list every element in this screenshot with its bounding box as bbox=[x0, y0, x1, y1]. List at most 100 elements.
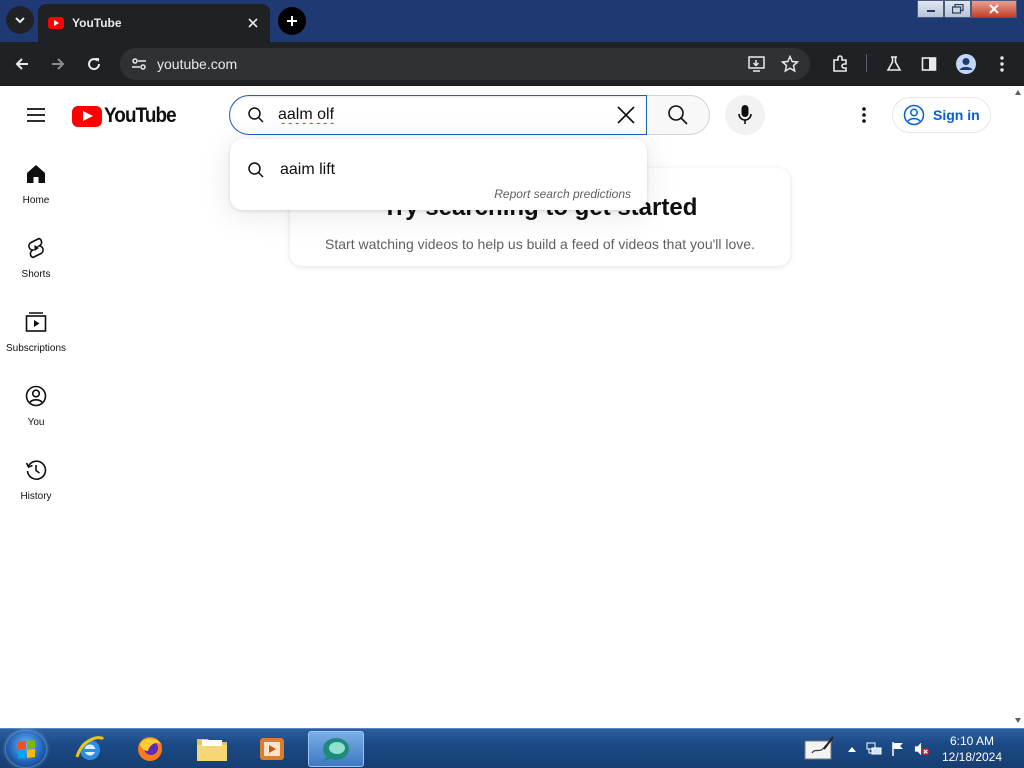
report-predictions-link[interactable]: Report search predictions bbox=[494, 187, 631, 201]
media-player-icon bbox=[260, 738, 284, 760]
browser-tab[interactable]: YouTube bbox=[38, 4, 270, 42]
taskbar-media-player[interactable] bbox=[244, 731, 300, 767]
youtube-play-icon bbox=[72, 105, 102, 127]
page-scrollbar[interactable] bbox=[1012, 86, 1024, 728]
minimize-button[interactable] bbox=[917, 0, 944, 18]
clock-time: 6:10 AM bbox=[949, 734, 995, 748]
sidebar-item-subscriptions[interactable]: Subscriptions bbox=[0, 292, 72, 366]
flask-icon bbox=[886, 56, 902, 71]
profile-avatar-icon bbox=[956, 54, 976, 74]
minimize-icon bbox=[926, 10, 935, 12]
youtube-logo[interactable]: YouTube bbox=[72, 104, 184, 127]
more-vertical-icon bbox=[862, 107, 866, 123]
show-hidden-icons-button[interactable] bbox=[844, 741, 860, 757]
restore-icon bbox=[951, 4, 964, 14]
suggestion-text: aaim lift bbox=[280, 161, 336, 178]
search-button[interactable] bbox=[647, 95, 710, 135]
scroll-down-arrow-icon[interactable] bbox=[1015, 718, 1021, 723]
bookmark-button[interactable] bbox=[779, 53, 801, 75]
sidebar-item-home[interactable]: Home bbox=[0, 144, 72, 218]
youtube-favicon-icon bbox=[48, 17, 64, 29]
microphone-icon bbox=[738, 105, 752, 124]
scroll-up-arrow-icon[interactable] bbox=[1015, 90, 1021, 95]
toolbar-divider bbox=[866, 54, 867, 72]
reload-button[interactable] bbox=[80, 50, 108, 78]
side-panel-icon bbox=[921, 57, 937, 71]
close-window-button[interactable] bbox=[971, 0, 1017, 18]
taskbar-internet-explorer[interactable] bbox=[62, 731, 118, 767]
sidebar-item-label: You bbox=[27, 417, 45, 428]
suggestion-item[interactable]: aaim lift bbox=[230, 155, 647, 185]
clock-date: 12/18/2024 bbox=[941, 750, 1003, 764]
app-bubble-icon bbox=[323, 738, 349, 762]
tablet-input-icon[interactable] bbox=[804, 735, 834, 761]
sidebar-item-shorts[interactable]: Shorts bbox=[0, 218, 72, 292]
history-icon bbox=[24, 458, 48, 482]
extensions-button[interactable] bbox=[826, 50, 854, 78]
close-icon bbox=[989, 4, 999, 14]
address-url: youtube.com bbox=[157, 56, 238, 72]
clear-search-button[interactable] bbox=[610, 99, 642, 131]
voice-search-button[interactable] bbox=[725, 95, 765, 135]
close-icon bbox=[617, 106, 635, 124]
sidebar-item-label: Home bbox=[22, 195, 50, 206]
address-bar[interactable]: youtube.com bbox=[120, 48, 810, 80]
browser-menu-button[interactable] bbox=[988, 50, 1016, 78]
search-box[interactable] bbox=[229, 95, 647, 135]
tab-close-button[interactable] bbox=[244, 14, 262, 32]
folder-icon bbox=[197, 739, 227, 761]
install-app-button[interactable] bbox=[746, 53, 768, 75]
side-panel-button[interactable] bbox=[915, 50, 943, 78]
labs-button[interactable] bbox=[880, 50, 908, 78]
install-icon bbox=[748, 56, 765, 72]
sidebar-item-label: History bbox=[20, 491, 52, 502]
volume-muted-icon[interactable] bbox=[914, 741, 930, 757]
close-icon bbox=[248, 18, 258, 28]
taskbar-firefox[interactable] bbox=[122, 731, 178, 767]
you-icon bbox=[24, 384, 48, 408]
search-icon bbox=[246, 105, 266, 125]
subscriptions-icon bbox=[24, 310, 48, 334]
tab-title: YouTube bbox=[72, 16, 122, 30]
start-button[interactable] bbox=[6, 731, 46, 767]
guide-menu-button[interactable] bbox=[22, 101, 50, 129]
search-icon bbox=[668, 105, 688, 125]
sidebar-item-you[interactable]: You bbox=[0, 366, 72, 440]
taskbar-active-app[interactable] bbox=[308, 731, 364, 767]
firefox-icon bbox=[138, 737, 162, 761]
sign-in-button[interactable]: Sign in bbox=[892, 97, 991, 133]
account-circle-icon bbox=[903, 104, 925, 126]
network-icon[interactable] bbox=[866, 741, 882, 757]
windows-taskbar: 6:10 AM 12/18/2024 bbox=[0, 728, 1024, 768]
new-tab-button[interactable] bbox=[278, 7, 306, 35]
puzzle-icon bbox=[833, 55, 847, 72]
tune-icon bbox=[132, 58, 146, 70]
sidebar-item-history[interactable]: History bbox=[0, 440, 72, 514]
site-info-button[interactable] bbox=[128, 53, 150, 75]
more-vertical-icon bbox=[1000, 56, 1004, 72]
shorts-icon bbox=[24, 236, 48, 260]
search-input[interactable] bbox=[278, 104, 598, 126]
back-button[interactable] bbox=[8, 50, 36, 78]
home-icon bbox=[24, 162, 48, 186]
sidebar-item-label: Shorts bbox=[21, 269, 51, 280]
tab-search-button[interactable] bbox=[6, 6, 34, 34]
chevron-down-icon bbox=[15, 17, 25, 24]
window-controls bbox=[917, 0, 1018, 20]
restore-button[interactable] bbox=[944, 0, 971, 18]
star-icon bbox=[781, 55, 799, 73]
taskbar-clock[interactable]: 6:10 AM 12/18/2024 bbox=[934, 733, 1010, 765]
youtube-header: YouTube Sign in bbox=[0, 86, 1012, 144]
forward-button[interactable] bbox=[44, 50, 72, 78]
taskbar-file-explorer[interactable] bbox=[184, 731, 240, 767]
plus-icon bbox=[287, 16, 297, 26]
profile-button[interactable] bbox=[952, 50, 980, 78]
empty-feed-body: Start watching videos to help us build a… bbox=[325, 236, 755, 252]
logo-wordmark: YouTube bbox=[104, 104, 177, 127]
system-tray: 6:10 AM 12/18/2024 bbox=[798, 729, 1024, 768]
search-suggestions-dropdown: aaim lift Report search predictions bbox=[230, 139, 647, 210]
settings-menu-button[interactable] bbox=[850, 100, 878, 130]
windows-logo-icon bbox=[18, 740, 35, 759]
action-center-flag-icon[interactable] bbox=[890, 741, 906, 757]
arrow-right-icon bbox=[52, 58, 65, 70]
